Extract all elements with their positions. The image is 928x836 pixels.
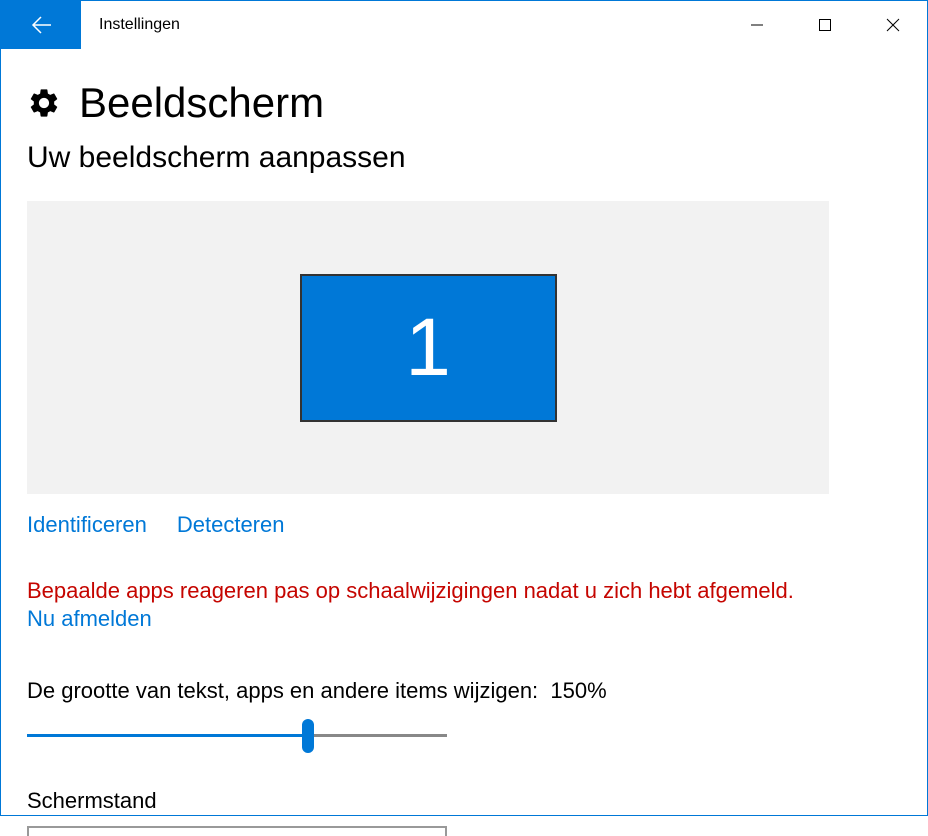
gear-icon xyxy=(27,86,61,125)
display-action-links: Identificeren Detecteren xyxy=(27,512,901,538)
detect-link[interactable]: Detecteren xyxy=(177,512,285,538)
titlebar: Instellingen xyxy=(1,1,927,49)
orientation-label: Schermstand xyxy=(27,788,901,814)
monitor-1[interactable]: 1 xyxy=(300,274,557,422)
identify-link[interactable]: Identificeren xyxy=(27,512,147,538)
slider-track-filled xyxy=(27,734,308,737)
window-controls xyxy=(723,1,927,49)
close-icon xyxy=(886,18,900,32)
scale-slider-label: De grootte van tekst, apps en andere ite… xyxy=(27,678,901,704)
scale-warning-text: Bepaalde apps reageren pas op schaalwijz… xyxy=(27,578,901,604)
back-arrow-icon xyxy=(29,13,53,37)
signout-link[interactable]: Nu afmelden xyxy=(27,606,152,632)
close-button[interactable] xyxy=(859,1,927,49)
minimize-icon xyxy=(750,18,764,32)
scale-label-text: De grootte van tekst, apps en andere ite… xyxy=(27,678,538,703)
page-title: Beeldscherm xyxy=(79,79,324,127)
display-preview-area: 1 xyxy=(27,201,829,494)
scale-value: 150% xyxy=(550,678,606,703)
back-button[interactable] xyxy=(1,1,81,49)
content-area: Beeldscherm Uw beeldscherm aanpassen 1 I… xyxy=(1,49,927,836)
orientation-dropdown[interactable] xyxy=(27,826,447,836)
scale-slider[interactable] xyxy=(27,726,447,746)
slider-thumb[interactable] xyxy=(302,719,314,753)
maximize-button[interactable] xyxy=(791,1,859,49)
slider-track-empty xyxy=(308,734,447,737)
minimize-button[interactable] xyxy=(723,1,791,49)
page-header: Beeldscherm xyxy=(27,79,901,127)
maximize-icon xyxy=(818,18,832,32)
window-title: Instellingen xyxy=(81,1,723,49)
page-subtitle: Uw beeldscherm aanpassen xyxy=(27,141,901,175)
